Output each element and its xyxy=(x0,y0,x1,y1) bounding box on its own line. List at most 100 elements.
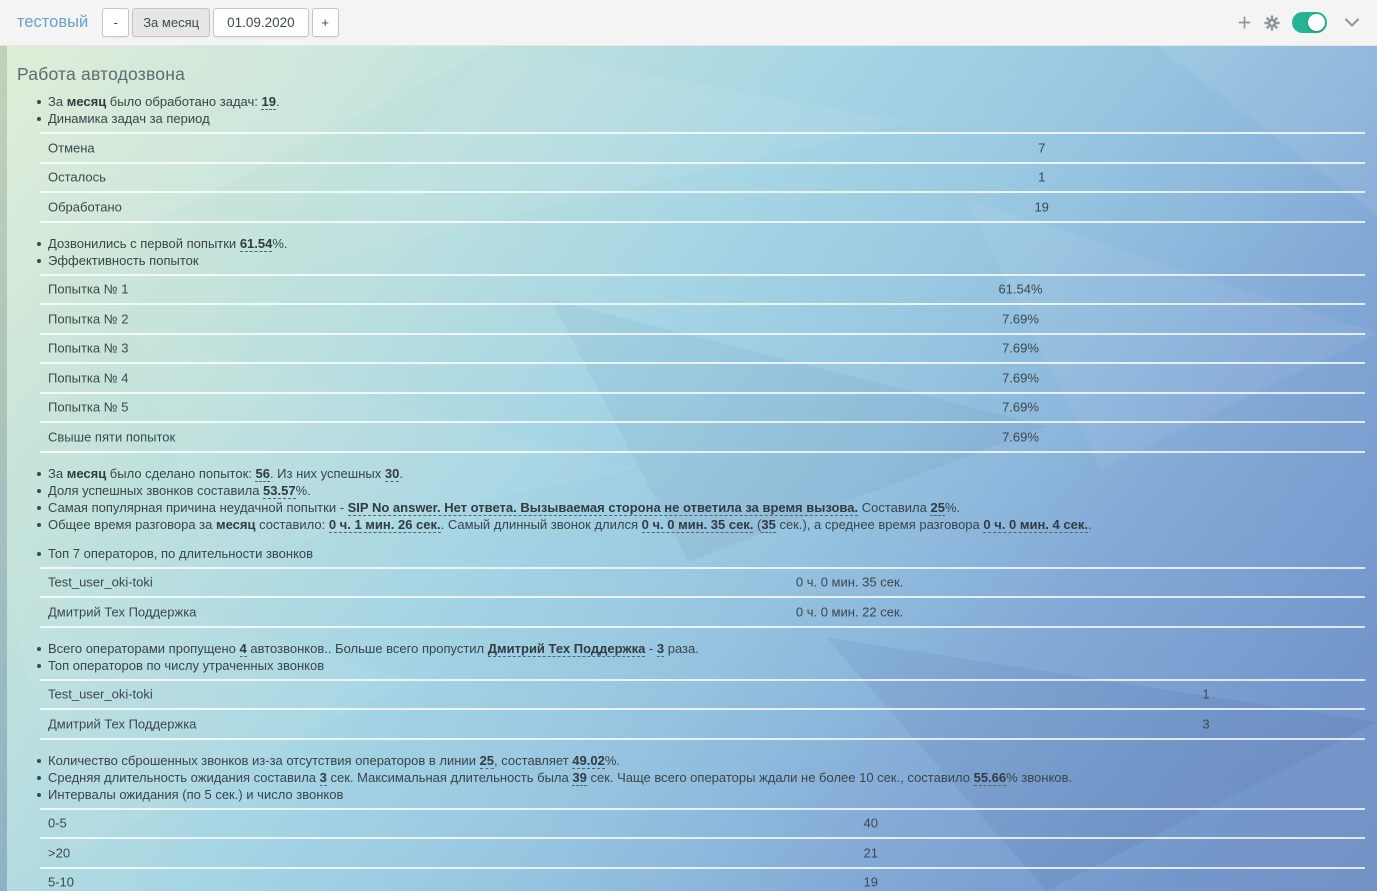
period-next-button[interactable]: + xyxy=(312,8,339,37)
row-value: 61.54% xyxy=(998,282,1042,297)
period-controls: - За месяц 01.09.2020 + xyxy=(102,8,338,37)
tasks-dynamics-table: Отмена 7 Осталось 1 Обработано 19 xyxy=(40,132,1365,223)
plus-icon[interactable] xyxy=(1237,15,1252,30)
table-row: Отмена 7 xyxy=(40,134,1365,164)
bullet-item: Интервалы ожидания (по 5 сек.) и число з… xyxy=(37,787,1365,803)
topbar: тестовый - За месяц 01.09.2020 + xyxy=(0,0,1377,46)
bullet-dot xyxy=(37,117,41,121)
table-row: Свыше пяти попыток 7.69% xyxy=(40,423,1365,453)
gear-icon[interactable] xyxy=(1264,15,1280,31)
table-row: 5-10 19 xyxy=(40,869,1365,891)
row-label: Попытка № 2 xyxy=(48,311,129,326)
row-value: 7.69% xyxy=(1002,370,1039,385)
table-row: Попытка № 3 7.69% xyxy=(40,335,1365,365)
report-background: Работа автодозвона За месяц было обработ… xyxy=(0,46,1377,891)
first-attempt-list: Дозвонились с первой попытки 61.54%.Эффе… xyxy=(37,236,1365,269)
row-value: 0 ч. 0 мин. 35 сек. xyxy=(796,575,903,590)
table-row: 0-5 40 xyxy=(40,810,1365,840)
bullet-dot xyxy=(37,100,41,104)
report-blocks: За месяц было обработано задач: 19.Динам… xyxy=(17,94,1365,891)
row-label: 5-10 xyxy=(48,875,74,890)
table-row: Попытка № 2 7.69% xyxy=(40,305,1365,335)
bullet-dot xyxy=(37,647,41,651)
row-value: 0 ч. 0 мин. 22 сек. xyxy=(796,604,903,619)
bullet-item: Топ 7 операторов, по длительности звонко… xyxy=(37,546,1365,562)
chevron-down-icon[interactable] xyxy=(1345,18,1359,27)
row-value: 1 xyxy=(1202,687,1209,702)
bullet-dot xyxy=(37,552,41,556)
row-label: Осталось xyxy=(48,170,106,185)
row-value: 40 xyxy=(864,816,878,831)
calls-stats-list: За месяц было сделано попыток: 56. Из ни… xyxy=(37,466,1365,533)
bullet-item: За месяц было сделано попыток: 56. Из ни… xyxy=(37,466,1365,482)
bullet-item: Динамика задач за период xyxy=(37,111,1365,127)
waiting-stats-list: Количество сброшенных звонков из-за отсу… xyxy=(37,753,1365,803)
table-row: Обработано 19 xyxy=(40,193,1365,223)
row-value: 21 xyxy=(864,845,878,860)
bullet-item: Топ операторов по числу утраченных звонк… xyxy=(37,658,1365,674)
row-value: 19 xyxy=(864,875,878,890)
row-label: Test_user_oki-toki xyxy=(48,687,153,702)
table-row: Попытка № 5 7.69% xyxy=(40,394,1365,424)
autodial-report: Работа автодозвона За месяц было обработ… xyxy=(0,46,1377,891)
date-input[interactable]: 01.09.2020 xyxy=(213,8,309,37)
row-value: 7.69% xyxy=(1002,400,1039,415)
table-row: >20 21 xyxy=(40,839,1365,869)
row-value: 7 xyxy=(1038,140,1045,155)
page-title: Работа автодозвона xyxy=(17,64,1365,85)
bullet-dot xyxy=(37,242,41,246)
row-label: Попытка № 4 xyxy=(48,370,129,385)
missed-calls-list: Всего операторами пропущено 4 автозвонко… xyxy=(37,641,1365,674)
dialer-title-link[interactable]: тестовый xyxy=(17,13,88,32)
bullet-item: Средняя длительность ожидания составила … xyxy=(37,770,1365,786)
bullet-item: Доля успешных звонков составила 53.57%. xyxy=(37,483,1365,499)
toggle-knob xyxy=(1308,14,1325,31)
row-value: 1 xyxy=(1038,170,1045,185)
bullet-dot xyxy=(37,523,41,527)
row-label: Test_user_oki-toki xyxy=(48,575,153,590)
attempts-efficiency-table: Попытка № 161.54%Попытка № 27.69%Попытка… xyxy=(40,274,1365,453)
row-label: Дмитрий Тех Поддержка xyxy=(48,716,196,731)
bullet-dot xyxy=(37,506,41,510)
bullet-dot xyxy=(37,793,41,797)
row-label: Обработано xyxy=(48,199,122,214)
row-value: 3 xyxy=(1202,716,1209,731)
table-row: Попытка № 1 61.54% xyxy=(40,276,1365,306)
row-label: >20 xyxy=(48,845,70,860)
bullet-item: Всего операторами пропущено 4 автозвонко… xyxy=(37,641,1365,657)
topbar-actions xyxy=(1237,12,1377,33)
bullet-item: Количество сброшенных звонков из-за отсу… xyxy=(37,753,1365,769)
period-prev-button[interactable]: - xyxy=(102,8,129,37)
row-value: 19 xyxy=(1034,199,1048,214)
bullet-item: Дозвонились с первой попытки 61.54%. xyxy=(37,236,1365,252)
bullet-dot xyxy=(37,759,41,763)
row-label: Отмена xyxy=(48,140,95,155)
bullet-item: Эффективность попыток xyxy=(37,253,1365,269)
table-row: Дмитрий Тех Поддержка 3 xyxy=(40,710,1365,740)
wait-intervals-table: 0-5 40 >20 21 5-10 19 xyxy=(40,808,1365,891)
row-label: Попытка № 3 xyxy=(48,341,129,356)
period-mode-button[interactable]: За месяц xyxy=(132,8,210,37)
top-duration-header-list: Топ 7 операторов, по длительности звонко… xyxy=(37,546,1365,562)
table-row: Осталось 1 xyxy=(40,164,1365,194)
row-value: 7.69% xyxy=(1002,311,1039,326)
row-label: Дмитрий Тех Поддержка xyxy=(48,604,196,619)
bullet-dot xyxy=(37,472,41,476)
bullet-dot xyxy=(37,776,41,780)
missed-calls-table: Test_user_oki-toki 1 Дмитрий Тех Поддержка… xyxy=(40,679,1365,740)
row-label: Попытка № 5 xyxy=(48,400,129,415)
bullet-dot xyxy=(37,259,41,263)
bullet-dot xyxy=(37,489,41,493)
table-row: Дмитрий Тех Поддержка 0 ч. 0 мин. 22 сек. xyxy=(40,598,1365,628)
table-row: Test_user_oki-toki 0 ч. 0 мин. 35 сек. xyxy=(40,569,1365,599)
operators-duration-table: Test_user_oki-toki 0 ч. 0 мин. 35 сек. Дми… xyxy=(40,567,1365,628)
row-label: Попытка № 1 xyxy=(48,282,129,297)
row-label: Свыше пяти попыток xyxy=(48,429,175,444)
table-row: Попытка № 4 7.69% xyxy=(40,364,1365,394)
row-value: 7.69% xyxy=(1002,429,1039,444)
bullet-item: За месяц было обработано задач: 19. xyxy=(37,94,1365,110)
enable-toggle[interactable] xyxy=(1292,12,1327,33)
bullet-item: Самая популярная причина неудачной попыт… xyxy=(37,500,1365,516)
row-label: 0-5 xyxy=(48,816,67,831)
row-value: 7.69% xyxy=(1002,341,1039,356)
